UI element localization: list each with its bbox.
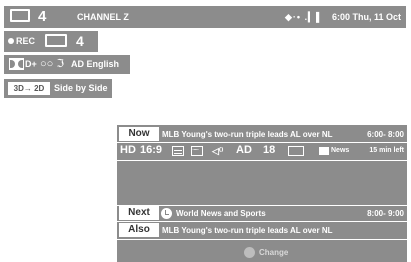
program-info-panel: Now MLB Young's two-run triple leads AL …: [117, 125, 407, 262]
3d-mode-info: 3D→ 2D Side by Side: [4, 79, 112, 98]
3d-to-2d-badge: 3D→ 2D: [8, 82, 50, 95]
rec-channel-number: 4: [76, 33, 84, 49]
subtitles-icon: [172, 146, 184, 156]
divider: [117, 160, 407, 161]
divider: [117, 205, 407, 206]
clock-icon: [161, 208, 172, 219]
now-label: Now: [119, 127, 159, 141]
dolby-icon: [9, 58, 24, 70]
age-rating-badge: 18: [263, 144, 276, 156]
dolby-plus-label: D+: [25, 59, 37, 69]
genre-label: News: [331, 147, 350, 154]
channel-number: 4: [38, 8, 47, 25]
channel-banner: 4 CHANNEL Z ◆·• .▎▌ 6:00 Thu, 11 Oct: [4, 6, 406, 28]
audio-description-language: AD English: [71, 59, 120, 69]
change-hint[interactable]: Change: [259, 248, 288, 257]
3d-mode-label: Side by Side: [54, 83, 108, 93]
signal-strength-icon: ◆·• .▎▌: [285, 12, 324, 22]
surround-sound-icon: ○○ ℑ: [40, 58, 65, 70]
genre-icon: [319, 147, 329, 155]
also-program-title[interactable]: MLB Young's two-run triple leads AL over…: [162, 226, 333, 235]
hd-badge: HD: [120, 144, 136, 156]
next-program-title[interactable]: World News and Sports: [176, 209, 266, 218]
record-dot-icon: [8, 38, 14, 44]
program-attributes: HD 16:9 ◁⁽⁾ AD 18 News 15 min left: [117, 142, 407, 160]
next-program-time: 8:00- 9:00: [367, 209, 404, 218]
recording-status: REC 4: [4, 31, 98, 52]
now-program-title[interactable]: MLB Young's two-run triple leads AL over…: [162, 130, 333, 139]
date-time: 6:00 Thu, 11 Oct: [331, 12, 401, 22]
audio-description-badge: AD: [236, 144, 252, 156]
also-label: Also: [119, 223, 159, 237]
navigation-pad-icon: [244, 247, 255, 258]
now-program-time: 6:00- 8:00: [367, 130, 404, 139]
time-remaining: 15 min left: [369, 147, 404, 154]
channel-name: CHANNEL Z: [77, 12, 129, 22]
aspect-ratio-badge: 16:9: [140, 144, 163, 156]
audio-channel-icon: ◁⁽⁾: [212, 146, 224, 156]
teletext-icon: [191, 143, 203, 156]
tv-icon: [45, 34, 67, 47]
tv-icon: [10, 9, 30, 22]
parental-guide-icon: [288, 146, 304, 156]
next-label: Next: [119, 206, 159, 220]
rec-label: REC: [16, 36, 36, 46]
divider: [117, 221, 407, 222]
audio-info: D+ ○○ ℑ AD English: [4, 55, 130, 74]
divider: [117, 239, 407, 240]
